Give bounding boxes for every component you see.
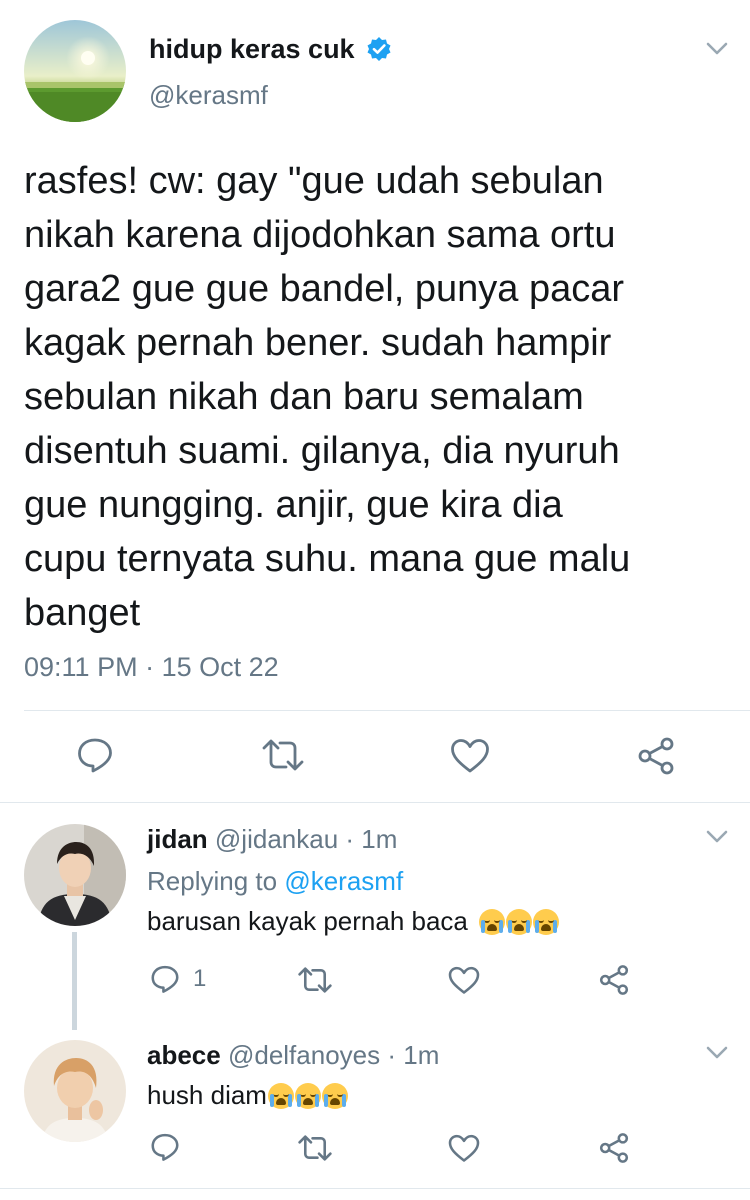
- tweet-text-line: rasfes! cw: gay "gue udah sebulan: [24, 160, 604, 202]
- avatar[interactable]: [24, 1040, 126, 1142]
- loudly-crying-face-icon: [267, 1083, 294, 1109]
- loudly-crying-face-icon: [479, 909, 506, 935]
- tweet-text-line: kagak pernah bener. sudah hampir: [24, 322, 612, 364]
- author-display-name[interactable]: hidup keras cuk: [149, 34, 392, 69]
- share-icon: [599, 965, 629, 995]
- loudly-crying-face-icon: [506, 909, 533, 935]
- reply-author-name[interactable]: jidan: [147, 824, 208, 854]
- reply-button[interactable]: [150, 964, 180, 994]
- avatar[interactable]: [24, 824, 126, 926]
- tweet-text-line: gara2 gue gue bandel, punya pacar: [24, 268, 625, 310]
- replying-to-handle[interactable]: @kerasmf: [284, 866, 403, 896]
- reply-time[interactable]: 1m: [403, 1040, 439, 1070]
- avatar[interactable]: [24, 20, 126, 122]
- tweet-timestamp[interactable]: 09:11 PM · 15 Oct 22: [24, 652, 279, 683]
- loudly-crying-face-icon: [294, 1083, 321, 1109]
- header-separator: ·: [387, 1040, 397, 1070]
- divider: [0, 1188, 750, 1189]
- replying-to-label: Replying to: [147, 866, 278, 896]
- share-button[interactable]: [598, 964, 630, 996]
- reply-text: barusan kayak pernah baca: [147, 906, 560, 937]
- heart-icon: [448, 1134, 480, 1162]
- like-button[interactable]: [450, 738, 490, 774]
- chevron-down-icon[interactable]: [706, 42, 728, 56]
- heart-icon: [448, 966, 480, 994]
- verified-badge-icon: [366, 36, 392, 69]
- reply-header: jidan @jidankau · 1m: [147, 824, 397, 855]
- tweet-text-line: gue nungging. anjir, gue kira dia: [24, 484, 563, 526]
- share-icon: [599, 1133, 629, 1163]
- reply-text: hush diam: [147, 1080, 348, 1111]
- retweet-icon: [298, 967, 332, 993]
- share-icon: [638, 737, 674, 775]
- reply-icon: [78, 738, 112, 773]
- reply-button[interactable]: [150, 1132, 180, 1162]
- retweet-button[interactable]: [262, 738, 304, 772]
- chevron-down-icon[interactable]: [706, 1046, 728, 1060]
- tweet-text-line: disentuh suami. gilanya, dia nyuruh: [24, 430, 620, 472]
- reply-button[interactable]: [76, 736, 114, 774]
- share-button[interactable]: [598, 1132, 630, 1164]
- reply-author-handle[interactable]: @jidankau: [215, 824, 338, 854]
- loudly-crying-face-icon: [321, 1083, 348, 1109]
- display-name-text: hidup keras cuk: [149, 34, 355, 64]
- tweet-text-line: sebulan nikah dan baru semalam: [24, 376, 584, 418]
- tweet-text-line: nikah karena dijodohkan sama ortu: [24, 214, 616, 256]
- reply-count: 1: [193, 965, 207, 992]
- divider: [0, 802, 750, 803]
- reply-text-content: hush diam: [147, 1080, 267, 1110]
- reply-header: abece @delfanoyes · 1m: [147, 1040, 439, 1071]
- tweet-text: rasfes! cw: gay "gue udah sebulan nikah …: [24, 154, 734, 640]
- like-button[interactable]: [448, 1134, 480, 1163]
- header-separator: ·: [345, 824, 355, 854]
- tweet-text-line: cupu ternyata suhu. mana gue malu: [24, 538, 631, 580]
- like-button[interactable]: [448, 966, 480, 995]
- tweet-date: 15 Oct 22: [161, 652, 279, 682]
- reply-author-handle[interactable]: @delfanoyes: [228, 1040, 380, 1070]
- tweet-text-line: banget: [24, 592, 141, 634]
- reply-text-content: barusan kayak pernah baca: [147, 906, 468, 936]
- retweet-button[interactable]: [298, 966, 332, 994]
- share-button[interactable]: [636, 736, 676, 776]
- retweet-icon: [262, 739, 304, 771]
- retweet-icon: [298, 1135, 332, 1161]
- reply-icon: [151, 1133, 179, 1161]
- loudly-crying-face-icon: [533, 909, 560, 935]
- chevron-down-icon[interactable]: [706, 830, 728, 844]
- replying-to: Replying to @kerasmf: [147, 866, 403, 897]
- reply-icon: [151, 965, 179, 993]
- thread-line: [72, 932, 77, 1030]
- reply-author-name[interactable]: abece: [147, 1040, 221, 1070]
- divider: [24, 710, 750, 711]
- reply-time[interactable]: 1m: [361, 824, 397, 854]
- retweet-button[interactable]: [298, 1134, 332, 1162]
- tweet-time: 09:11 PM: [24, 652, 138, 682]
- heart-icon: [451, 739, 489, 773]
- author-handle[interactable]: @kerasmf: [149, 80, 268, 111]
- timestamp-separator: ·: [145, 652, 155, 682]
